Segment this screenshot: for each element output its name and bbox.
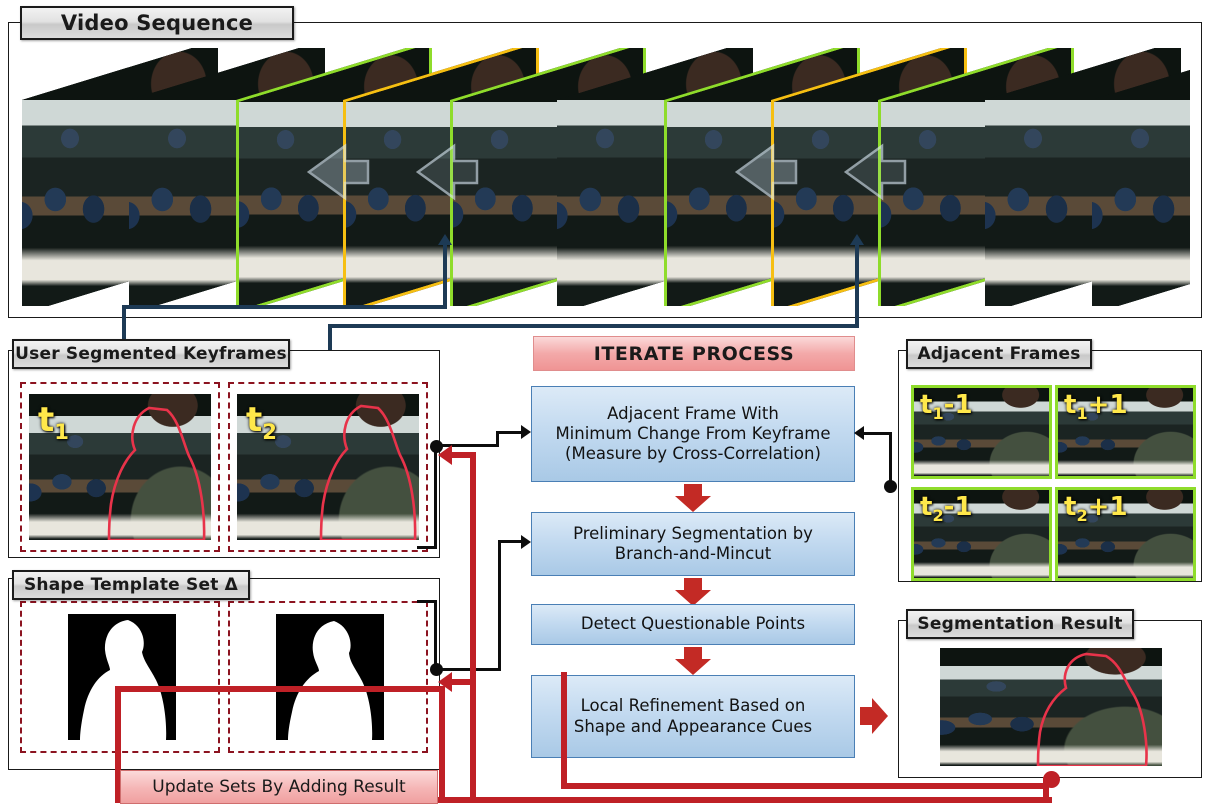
silhouette-icon — [80, 620, 167, 740]
adjacent-frames-title: Adjacent Frames — [917, 344, 1081, 364]
keyframes-spine — [434, 444, 437, 549]
keyframe-connector-2-arrow — [850, 234, 864, 245]
adjacent-to-step1-arrow — [854, 426, 864, 440]
shape-to-step2-line — [498, 540, 501, 671]
video-sequence-title: Video Sequence — [60, 11, 254, 35]
keyframes-to-step1-arrow — [521, 425, 531, 439]
adjacent-label: t2-1 — [920, 492, 973, 526]
adjacent-to-step1-line — [864, 432, 892, 435]
process-step-2: Preliminary Segmentation by Branch-and-M… — [531, 512, 855, 576]
process-step-4-label: Local Refinement Based on Shape and Appe… — [573, 696, 813, 736]
feedback-riser-shape — [439, 692, 445, 798]
process-step-3-label: Detect Questionable Points — [580, 614, 806, 634]
silhouette-icon — [288, 621, 373, 740]
process-step-1: Adjacent Frame With Minimum Change From … — [531, 386, 855, 482]
adjacent-thumb-t1-minus: t1-1 — [911, 385, 1052, 479]
feedback-line-outer — [115, 686, 445, 692]
filmstrip — [22, 48, 1190, 306]
process-step-1-label: Adjacent Frame With Minimum Change From … — [555, 403, 831, 464]
keyframe-label-t2: t2 — [246, 400, 277, 444]
adjacent-thumb-t2-minus: t2-1 — [911, 487, 1052, 581]
feedback-arrow-keyframes — [438, 445, 452, 465]
keyframes-to-step1-line — [496, 431, 524, 434]
process-step-3: Detect Questionable Points — [531, 604, 855, 645]
keyframe-connector-1 — [122, 305, 447, 309]
segmentation-result-title: Segmentation Result — [917, 614, 1123, 634]
iterate-process-header: ITERATE PROCESS — [533, 336, 855, 371]
shape-mask-2 — [276, 614, 384, 740]
process-step-2-label: Preliminary Segmentation by Branch-and-M… — [573, 523, 813, 563]
keyframe-label-t1: t1 — [38, 400, 69, 444]
shape-to-step2-arrow — [521, 535, 531, 549]
shape-template-tab: Shape Template Set Δ — [12, 570, 250, 600]
adjacent-thumb-t2-plus: t2+1 — [1055, 487, 1196, 581]
feedback-line-inner — [561, 783, 1049, 789]
keyframe-connector-1-arrow — [438, 234, 452, 245]
user-keyframes-title: User Segmented Keyframes — [15, 344, 287, 364]
feedback-riser-keyframes — [470, 455, 476, 800]
shape-to-step2-line — [436, 668, 500, 671]
adjacent-to-step1-line — [889, 432, 892, 486]
adjacent-thumb-t1-plus: t1+1 — [1055, 385, 1196, 479]
feedback-arrow-stem-keyframes — [452, 452, 476, 458]
keyframe-connector-2 — [328, 324, 859, 328]
result-arrow-icon — [860, 698, 890, 734]
keyframes-spine — [417, 546, 437, 549]
update-sets-box: Update Sets By Adding Result — [120, 770, 438, 804]
video-sequence-tab: Video Sequence — [20, 6, 294, 40]
iterate-process-title: ITERATE PROCESS — [593, 342, 795, 365]
keyframe-thumb-t2: t2 — [237, 394, 419, 540]
feedback-line-inner — [561, 672, 567, 789]
segmentation-result-thumb — [940, 648, 1162, 766]
keyframe-connector-2 — [855, 245, 859, 328]
keyframe-connector-1 — [443, 245, 447, 309]
keyframe-thumb-t1: t1 — [29, 394, 211, 540]
adjacent-label: t1-1 — [920, 390, 973, 424]
feedback-arrow-shape — [438, 672, 452, 692]
adjacent-label: t2+1 — [1064, 492, 1128, 526]
adjacent-label: t1+1 — [1064, 390, 1128, 424]
adjacent-frames-tab: Adjacent Frames — [906, 339, 1092, 369]
diagram-canvas: Video Sequence t1 t2 User Segmented Keyf… — [0, 0, 1210, 812]
update-sets-label: Update Sets By Adding Result — [152, 777, 406, 797]
shape-template-title: Shape Template Set Δ — [23, 575, 239, 595]
user-keyframes-tab: User Segmented Keyframes — [12, 339, 290, 369]
process-arrow-3-4-icon — [675, 647, 711, 677]
process-step-4: Local Refinement Based on Shape and Appe… — [531, 675, 855, 758]
feedback-arrow-stem-shape — [452, 679, 476, 685]
process-arrow-1-2-icon — [675, 484, 711, 514]
segmentation-result-tab: Segmentation Result — [906, 609, 1134, 639]
shape-spine — [417, 600, 437, 603]
shape-spine — [434, 600, 437, 668]
shape-mask-1 — [68, 614, 176, 740]
